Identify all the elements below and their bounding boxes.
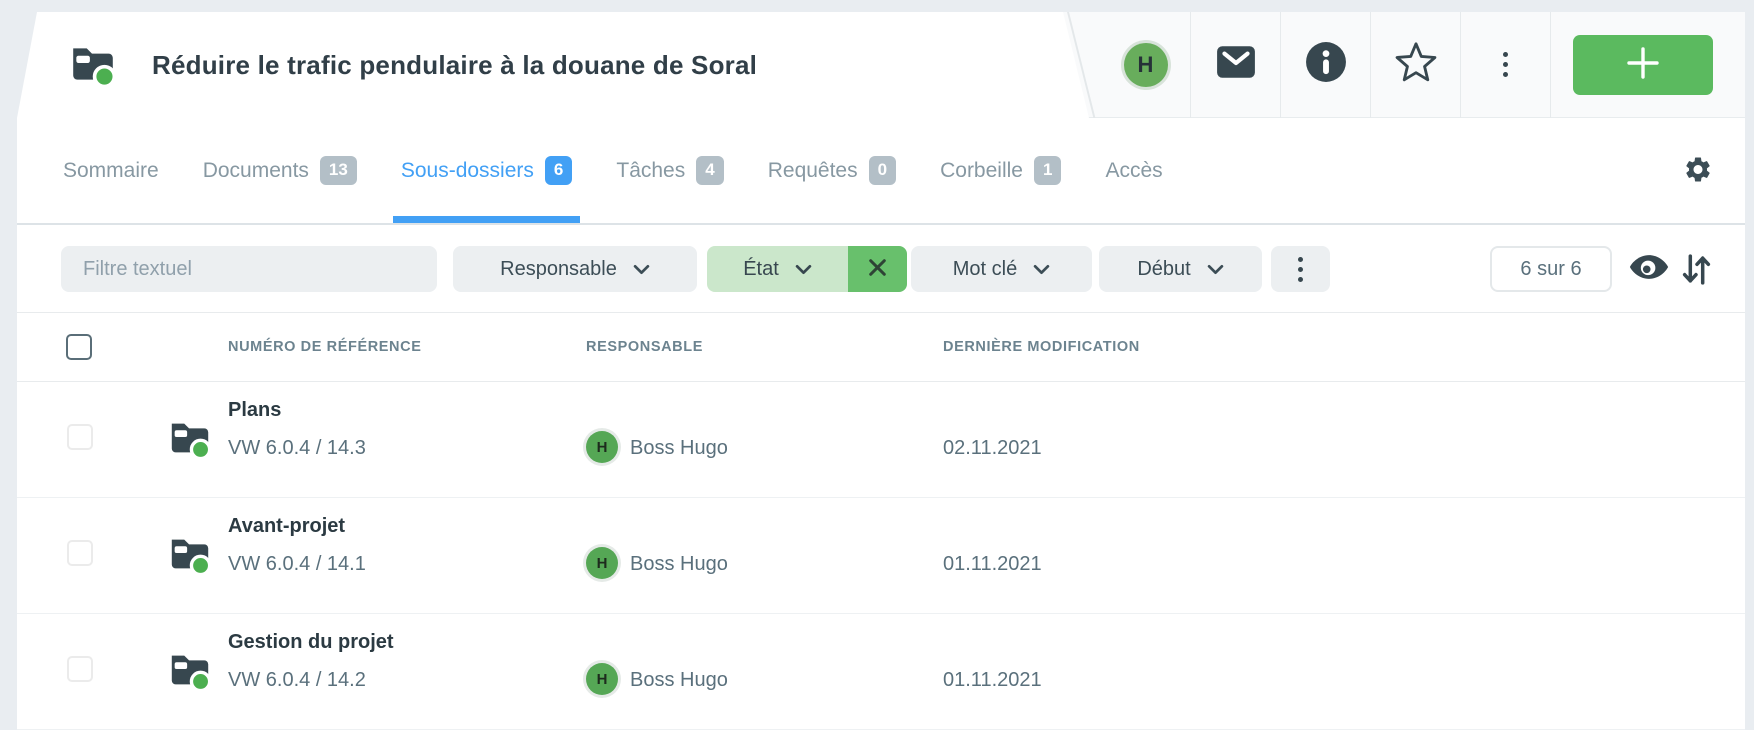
tab-corbeille[interactable]: Corbeille 1 xyxy=(940,118,1061,223)
gear-icon xyxy=(1683,172,1713,187)
row-reference: VW 6.0.4 / 14.1 xyxy=(228,553,366,576)
eye-icon xyxy=(1629,269,1669,284)
settings-button[interactable] xyxy=(1683,154,1713,187)
text-filter-input[interactable] xyxy=(61,246,437,292)
row-modified-date: 02.11.2021 xyxy=(943,437,1042,460)
avatar: H xyxy=(586,431,618,463)
column-header-responsable: RESPONSABLE xyxy=(586,339,703,355)
chevron-down-icon xyxy=(633,258,650,281)
row-responsable: Boss Hugo xyxy=(630,553,728,576)
folder-icon xyxy=(167,530,213,581)
content-card: Réduire le trafic pendulaire à la douane… xyxy=(17,12,1745,730)
mail-button[interactable] xyxy=(1191,12,1281,118)
tab-label: Tâches xyxy=(616,159,685,183)
tab-taches[interactable]: Tâches 4 xyxy=(616,118,723,223)
tab-label: Sommaire xyxy=(63,159,159,183)
plus-icon xyxy=(1623,43,1663,86)
filter-etat-clear-button[interactable] xyxy=(848,246,907,292)
page-title: Réduire le trafic pendulaire à la douane… xyxy=(152,50,757,81)
sort-icon xyxy=(1681,274,1712,289)
tab-acces[interactable]: Accès xyxy=(1105,118,1162,223)
filter-label: Mot clé xyxy=(953,258,1017,281)
row-checkbox[interactable] xyxy=(67,424,93,450)
filter-label: Responsable xyxy=(500,258,617,281)
folder-icon xyxy=(167,646,213,697)
row-title: Avant-projet xyxy=(228,515,345,538)
tab-label: Accès xyxy=(1105,159,1162,183)
row-reference: VW 6.0.4 / 14.3 xyxy=(228,437,366,460)
header-actions-panel: H xyxy=(1063,12,1745,118)
row-title: Plans xyxy=(228,399,281,422)
filter-label: Début xyxy=(1137,258,1190,281)
tab-documents[interactable]: Documents 13 xyxy=(203,118,357,223)
result-count: 6 sur 6 xyxy=(1490,246,1612,292)
filter-mot-cle[interactable]: Mot clé xyxy=(911,246,1092,292)
chevron-down-icon xyxy=(1033,258,1050,281)
row-title: Gestion du projet xyxy=(228,631,394,654)
kebab-icon xyxy=(1298,257,1303,282)
chevron-down-icon xyxy=(795,258,812,281)
avatar: H xyxy=(1124,43,1168,87)
sort-button[interactable] xyxy=(1681,253,1712,289)
row-reference: VW 6.0.4 / 14.2 xyxy=(228,669,366,692)
tab-badge: 13 xyxy=(320,156,357,184)
more-filters-button[interactable] xyxy=(1271,246,1330,292)
info-button[interactable] xyxy=(1281,12,1371,118)
tab-sous-dossiers[interactable]: Sous-dossiers 6 xyxy=(401,118,573,223)
tab-badge: 1 xyxy=(1034,156,1061,184)
tab-label: Corbeille xyxy=(940,159,1023,183)
header: Réduire le trafic pendulaire à la douane… xyxy=(17,12,1745,118)
table-header: NUMÉRO DE RÉFÉRENCE RESPONSABLE DERNIÈRE… xyxy=(17,313,1745,382)
table-row[interactable]: Gestion du projet VW 6.0.4 / 14.2 H Boss… xyxy=(17,614,1745,730)
chevron-down-icon xyxy=(1207,258,1224,281)
table-row[interactable]: Avant-projet VW 6.0.4 / 14.1 H Boss Hugo… xyxy=(17,498,1745,614)
select-all-checkbox[interactable] xyxy=(66,334,92,360)
tab-label: Sous-dossiers xyxy=(401,159,534,183)
avatar: H xyxy=(586,547,618,579)
star-icon xyxy=(1394,40,1438,89)
kebab-icon xyxy=(1503,52,1508,77)
info-icon xyxy=(1305,41,1347,88)
favorite-button[interactable] xyxy=(1371,12,1461,118)
tab-badge: 6 xyxy=(545,156,572,184)
folder-icon xyxy=(68,38,118,93)
tab-badge: 0 xyxy=(869,156,896,184)
filter-debut[interactable]: Début xyxy=(1099,246,1262,292)
folder-icon xyxy=(167,414,213,465)
row-responsable: Boss Hugo xyxy=(630,669,728,692)
tab-bar: Sommaire Documents 13 Sous-dossiers 6 Tâ… xyxy=(17,118,1745,225)
filter-etat-group: État xyxy=(707,246,907,292)
user-avatar-button[interactable]: H xyxy=(1101,12,1191,118)
view-button[interactable] xyxy=(1629,253,1669,284)
column-header-reference: NUMÉRO DE RÉFÉRENCE xyxy=(228,339,421,355)
row-responsable: Boss Hugo xyxy=(630,437,728,460)
mail-icon xyxy=(1215,41,1257,88)
row-modified-date: 01.11.2021 xyxy=(943,553,1042,576)
tab-badge: 4 xyxy=(696,156,723,184)
add-button[interactable] xyxy=(1573,35,1713,95)
filter-bar: Responsable État Mot clé xyxy=(17,225,1745,313)
avatar: H xyxy=(586,663,618,695)
filter-label: État xyxy=(743,258,779,281)
column-header-modified: DERNIÈRE MODIFICATION xyxy=(943,339,1140,355)
table-row[interactable]: Plans VW 6.0.4 / 14.3 H Boss Hugo 02.11.… xyxy=(17,382,1745,498)
tab-label: Requêtes xyxy=(768,159,858,183)
filter-responsable[interactable]: Responsable xyxy=(453,246,697,292)
tab-label: Documents xyxy=(203,159,309,183)
close-icon xyxy=(867,257,888,281)
more-actions-button[interactable] xyxy=(1461,12,1551,118)
filter-etat[interactable]: État xyxy=(707,246,848,292)
row-checkbox[interactable] xyxy=(67,656,93,682)
row-modified-date: 01.11.2021 xyxy=(943,669,1042,692)
tab-sommaire[interactable]: Sommaire xyxy=(63,118,159,223)
row-checkbox[interactable] xyxy=(67,540,93,566)
tab-requetes[interactable]: Requêtes 0 xyxy=(768,118,896,223)
